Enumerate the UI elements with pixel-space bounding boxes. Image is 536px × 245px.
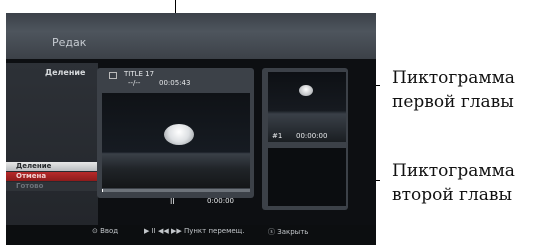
pointer-line-top [175, 0, 176, 13]
chapter1-number: #1 [272, 132, 283, 140]
left-panel [6, 63, 98, 225]
chapter2-thumbnail[interactable] [268, 148, 346, 206]
caption-first-chapter: Пиктограмма первой главы [392, 66, 515, 114]
pause-icon: II [170, 197, 175, 206]
hint-close: ⓢ Закрыть [268, 228, 309, 236]
video-preview [102, 93, 250, 188]
mode-label: Деление [45, 68, 86, 77]
title-name: TITLE 17 [124, 70, 155, 78]
menu-item-divide[interactable]: Деление [6, 162, 100, 171]
seek-bar[interactable] [102, 189, 250, 192]
caption-second-line2: второй главы [392, 185, 513, 205]
title-time: 00:05:43 [159, 79, 191, 87]
tv-screen: Редак Деление Деление Отмена Готово TITL… [6, 13, 376, 245]
thumbnail-image-sun [299, 85, 313, 96]
caption-first-line: Пиктограмма [392, 68, 515, 88]
video-image-sun [164, 124, 194, 145]
screen-title: Редак [52, 36, 87, 49]
caption-first-line2: первой главы [392, 92, 514, 112]
title-date: --/-- [128, 79, 141, 87]
caption-second-chapter: Пиктограмма второй главы [392, 159, 515, 207]
menu-item-cancel[interactable]: Отмена [6, 172, 100, 181]
header-bar: Редак [6, 13, 376, 59]
seek-progress [102, 189, 103, 192]
title-icon [109, 72, 117, 79]
caption-second-line: Пиктограмма [392, 161, 515, 181]
playback-time: 0:00:00 [207, 197, 234, 205]
chapter1-time: 00:00:00 [296, 132, 328, 140]
menu-item-done[interactable]: Готово [6, 182, 100, 191]
hint-navigate: ▶ II ◀◀ ▶▶ Пункт перемещ. [144, 227, 245, 235]
hint-enter: ⊙ Ввод [92, 227, 119, 235]
